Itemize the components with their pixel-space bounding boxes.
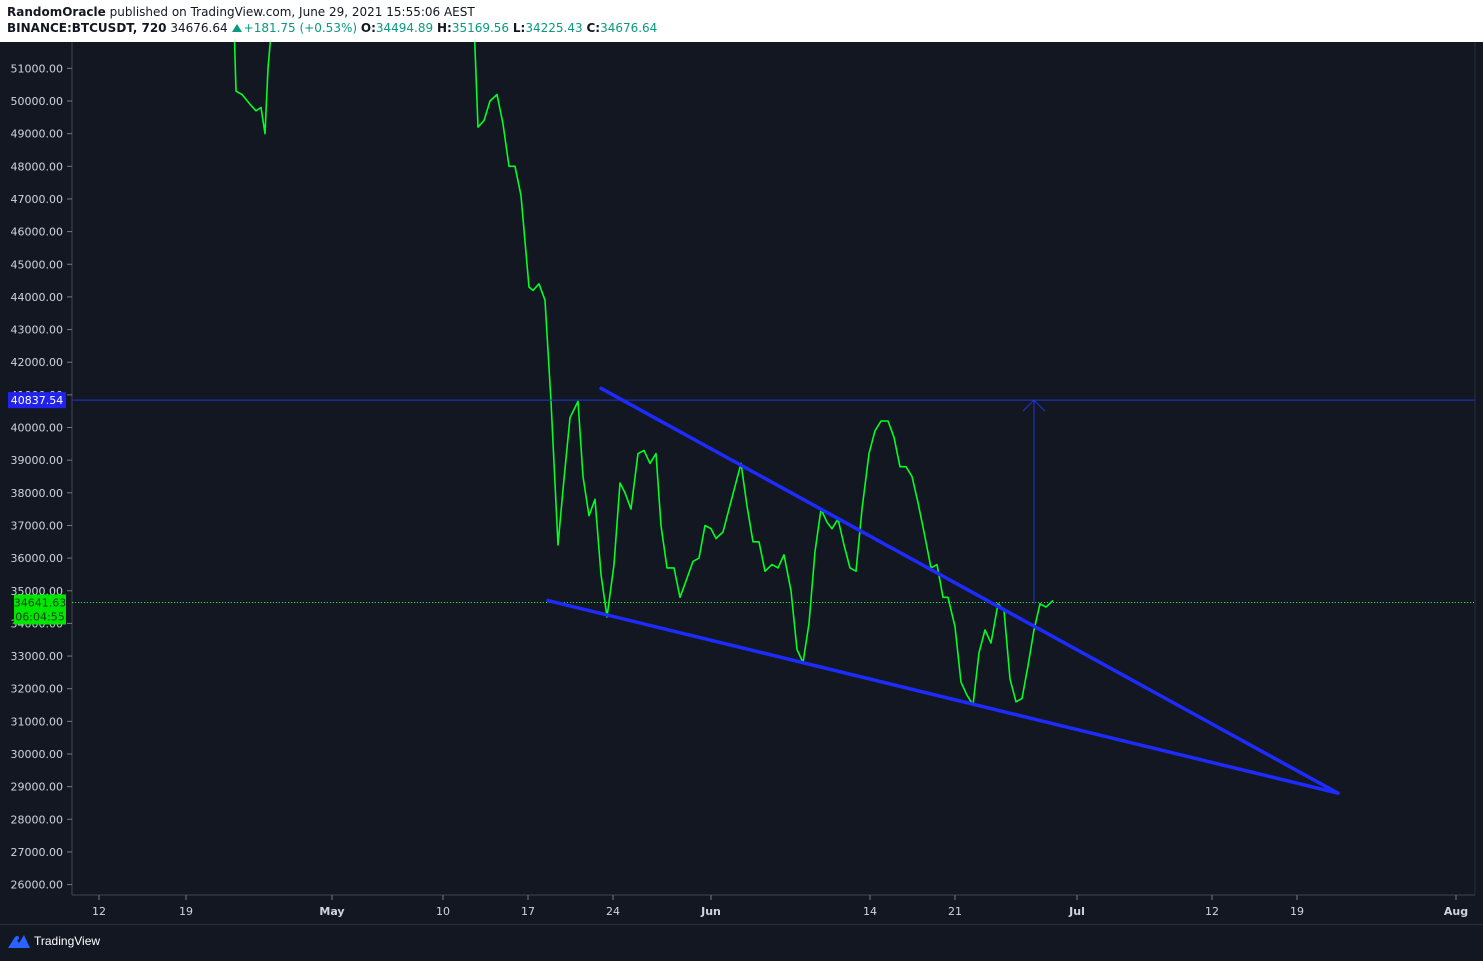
publish-line: RandomOracle published on TradingView.co… <box>7 4 1476 20</box>
x-tick-label: Jul <box>1068 905 1085 918</box>
y-tick-label: 32000.00 <box>11 683 64 696</box>
x-tick-label: 12 <box>92 905 106 918</box>
y-tick-label: 37000.00 <box>11 519 64 532</box>
x-tick-label: 17 <box>521 905 535 918</box>
x-tick-label: Jun <box>700 905 721 918</box>
y-tick-label: 45000.00 <box>11 258 64 271</box>
x-tick-label: 21 <box>948 905 962 918</box>
y-tick-label: 29000.00 <box>11 781 64 794</box>
y-tick-label: 28000.00 <box>11 813 64 826</box>
tradingview-logo-icon <box>8 935 30 948</box>
chart-header: RandomOracle published on TradingView.co… <box>0 0 1483 42</box>
x-tick-label: May <box>319 905 344 918</box>
close-label: C: <box>586 21 601 35</box>
y-tick-label: 38000.00 <box>11 487 64 500</box>
y-tick-label: 46000.00 <box>11 226 64 239</box>
target-price-label: 40837.54 <box>11 394 64 407</box>
last-price-label: 34641.63 <box>14 596 67 609</box>
low-label: L: <box>512 21 526 35</box>
y-tick-label: 48000.00 <box>11 160 64 173</box>
y-tick-label: 49000.00 <box>11 128 64 141</box>
footer: TradingView <box>0 924 1483 961</box>
chart-background <box>0 42 1483 924</box>
x-tick-label: Aug <box>1444 905 1468 918</box>
y-tick-label: 50000.00 <box>11 95 64 108</box>
x-tick-label: 19 <box>179 905 193 918</box>
ohlc-line: BINANCE:BTCUSDT, 720 34676.64 +181.75 (+0… <box>7 20 1476 36</box>
x-tick-label: 12 <box>1205 905 1219 918</box>
low-value: 34225.43 <box>525 21 583 35</box>
y-tick-label: 33000.00 <box>11 650 64 663</box>
y-tick-label: 40000.00 <box>11 422 64 435</box>
brand-text: TradingView <box>34 934 101 948</box>
open-label: O: <box>360 21 376 35</box>
x-tick-label: 14 <box>863 905 877 918</box>
last-price: 34676.64 <box>170 21 228 35</box>
y-tick-label: 30000.00 <box>11 748 64 761</box>
y-tick-label: 39000.00 <box>11 454 64 467</box>
y-tick-label: 27000.00 <box>11 846 64 859</box>
y-tick-label: 44000.00 <box>11 291 64 304</box>
author-name[interactable]: RandomOracle <box>7 5 106 19</box>
y-tick-label: 26000.00 <box>11 879 64 892</box>
y-tick-label: 31000.00 <box>11 715 64 728</box>
x-tick-label: 24 <box>606 905 620 918</box>
close-value: 34676.64 <box>600 21 658 35</box>
y-tick-label: 47000.00 <box>11 193 64 206</box>
published-text: published on TradingView.com, June 29, 2… <box>109 5 475 19</box>
x-tick-label: 19 <box>1290 905 1304 918</box>
symbol-label: BINANCE:BTCUSDT, 720 <box>7 21 167 35</box>
up-arrow-icon <box>231 24 242 32</box>
open-value: 34494.89 <box>375 21 434 35</box>
countdown-label: 06:04:55 <box>15 610 64 623</box>
high-label: H: <box>436 21 452 35</box>
price-chart[interactable]: 26000.00 27000.00 28000.00 29000.00 30000.00… <box>0 42 1483 924</box>
x-tick-label: 10 <box>436 905 450 918</box>
price-change: +181.75 (+0.53%) <box>243 21 358 35</box>
y-tick-label: 43000.00 <box>11 324 64 337</box>
tradingview-logo[interactable]: TradingView <box>8 934 100 948</box>
y-tick-label: 36000.00 <box>11 552 64 565</box>
high-value: 35169.56 <box>451 21 510 35</box>
y-tick-label: 51000.00 <box>11 62 64 75</box>
y-tick-label: 42000.00 <box>11 356 64 369</box>
